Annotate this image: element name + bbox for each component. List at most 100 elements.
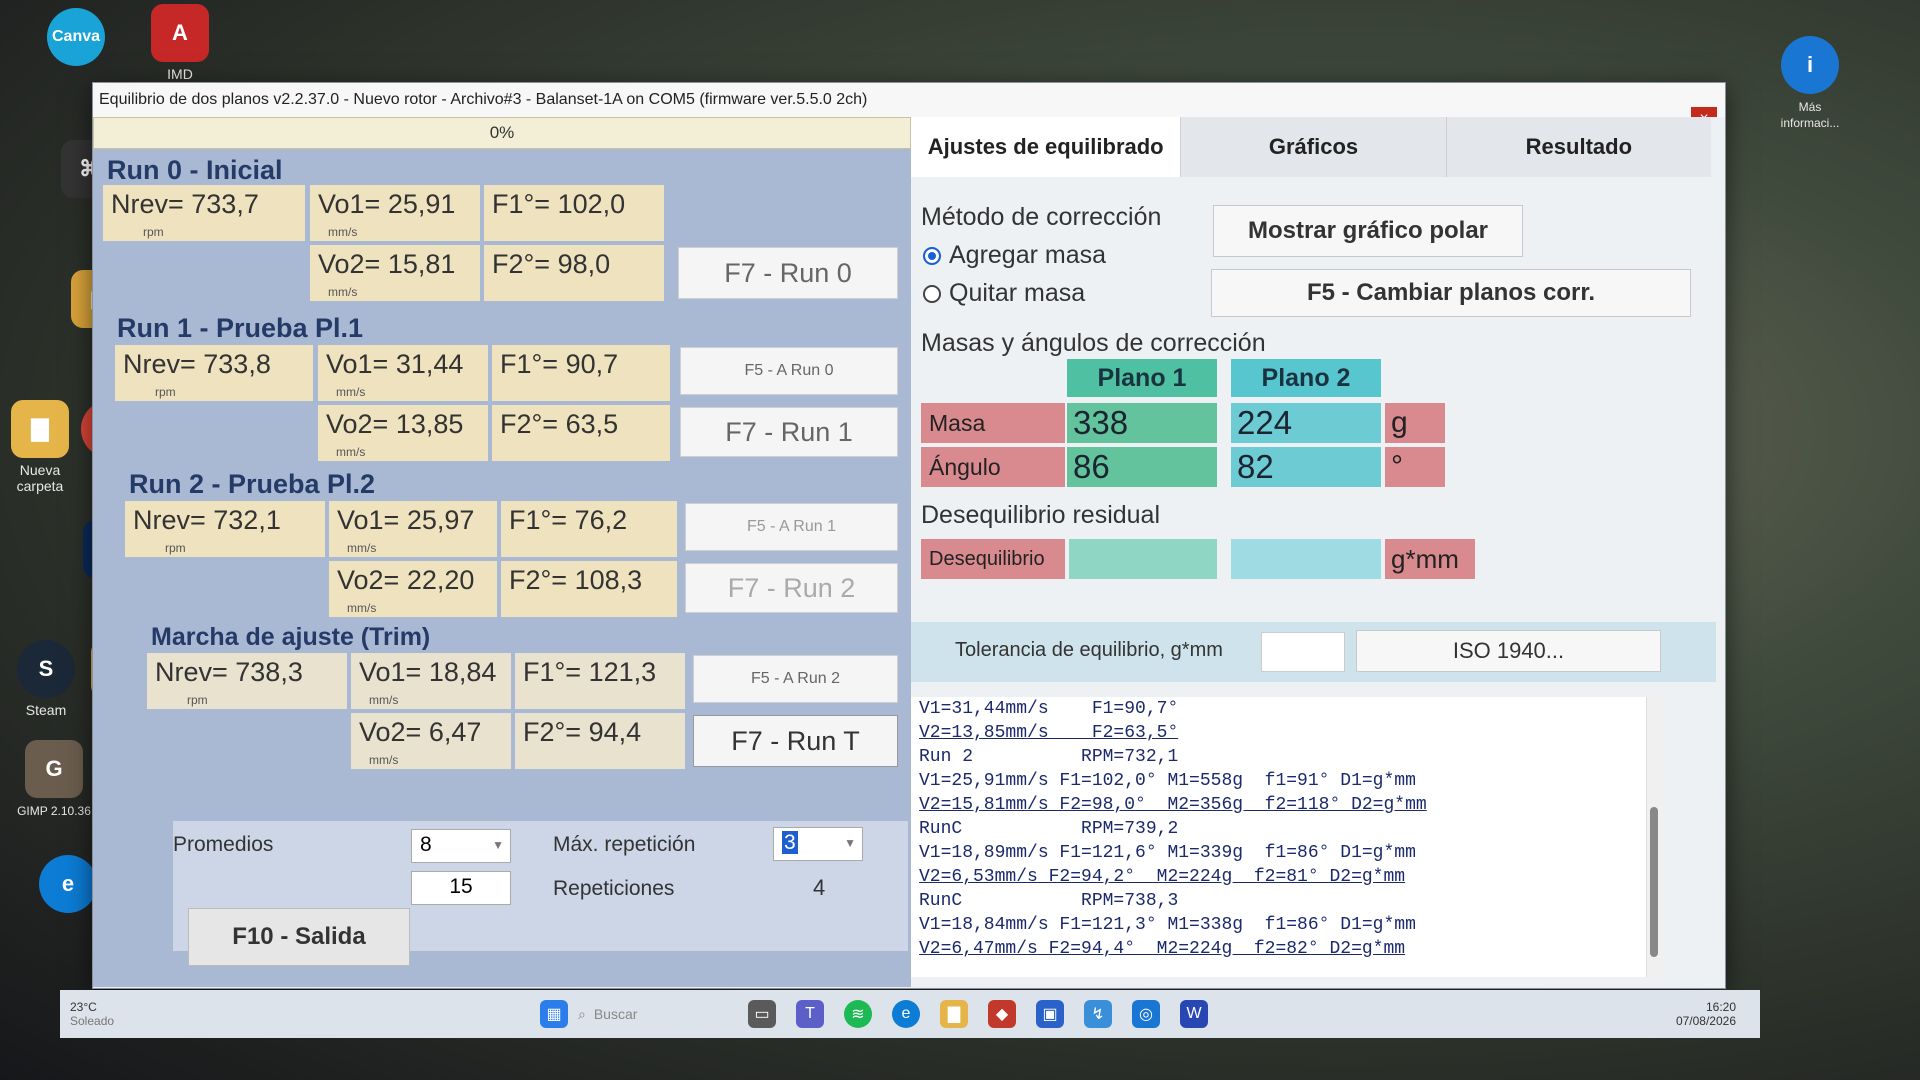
log-scrollbar[interactable] [1646,697,1663,977]
trim-vo1-value: Vo1= 18,84 [359,657,497,687]
max-rep-select[interactable]: 3 ▼ [773,827,863,861]
radio-remove-mass-label: Quitar masa [949,279,1086,307]
run1-f1: F1°= 90,7 [492,345,670,401]
mass-plane2-value: 224 [1231,403,1381,443]
log-line: V1=31,44mm/s F1=90,7° [919,699,1179,719]
canva-icon: Canva [47,8,105,66]
polar-chart-button[interactable]: Mostrar gráfico polar [1213,205,1523,257]
run2-nrev-unit: rpm [165,541,186,555]
trim-f7-button[interactable]: F7 - Run T [693,715,898,767]
clock-time: 16:20 [1705,1000,1736,1014]
desktop-icon-nueva-carpeta[interactable]: ▇ Nueva carpeta [0,400,80,494]
repeticiones-label: Repeticiones [553,877,675,900]
radio-unselected-icon [923,285,941,304]
run1-vo2: Vo2= 13,85 mm/s [318,405,488,461]
radio-add-mass-label: Agregar masa [949,241,1107,269]
max-rep-value: 3 [782,831,798,854]
edge-icon[interactable]: e [892,1000,920,1028]
log-scrollbar-thumb[interactable] [1650,807,1658,957]
desktop-icon-mas-info[interactable]: i Más informaci... [1770,36,1850,130]
iso-1940-button[interactable]: ISO 1940... [1356,630,1661,672]
residual-unit: g*mm [1385,539,1475,579]
taskbar-search[interactable]: ⌕ Buscar [578,998,738,1030]
tab-graficos[interactable]: Gráficos [1180,117,1446,177]
desktop-icon-gimp[interactable]: G GIMP 2.10.36 [14,740,94,818]
run2-f1-value: F1°= 76,2 [509,505,628,535]
trim-f5-button[interactable]: F5 - A Run 2 [693,655,898,703]
run0-f7-button[interactable]: F7 - Run 0 [678,247,898,299]
run2-f2-value: F2°= 108,3 [509,565,643,595]
run0-vo2-unit: mm/s [328,285,358,299]
run2-nrev-value: Nrev= 732,1 [133,505,281,535]
window-title: Equilibrio de dos planos v2.2.37.0 - Nue… [99,91,868,108]
promedios-second-value: 15 [449,875,473,898]
log-line: V1=18,89mm/s F1=121,6° M1=339g f1=86° D1… [919,843,1416,863]
run0-f2: F2°= 98,0 [484,245,664,301]
run1-f7-button[interactable]: F7 - Run 1 [680,407,898,457]
shield-icon[interactable]: ◆ [988,1000,1016,1028]
balancing-window: Equilibrio de dos planos v2.2.37.0 - Nue… [92,82,1726,989]
angle-row-label: Ángulo [921,447,1065,487]
run0-vo2: Vo2= 15,81 mm/s [310,245,480,301]
windows-start-icon[interactable]: ▦ [540,1000,568,1028]
plane1-header: Plano 1 [1067,359,1217,397]
word-icon[interactable]: W [1180,1000,1208,1028]
mass-row-label: Masa [921,403,1065,443]
exit-button[interactable]: F10 - Salida [188,908,410,966]
spotify-icon[interactable]: ≋ [844,1000,872,1028]
store-icon[interactable]: ▣ [1036,1000,1064,1028]
masses-title: Masas y ángulos de corrección [921,329,1266,357]
chevron-down-icon: ▼ [844,836,856,850]
trim-vo2-value: Vo2= 6,47 [359,717,482,747]
trim-f1: F1°= 121,3 [515,653,685,709]
mass-plane1-value: 338 [1067,403,1217,443]
promedios-label: Promedios [173,833,274,856]
teams-icon[interactable]: T [796,1000,824,1028]
run1-f2-value: F2°= 63,5 [500,409,619,439]
log-line: V2=6,47mm/s F2=94,4° M2=224g f2=82° D2=g… [919,939,1406,959]
desktop-icon-steam[interactable]: S Steam [6,640,86,718]
run1-f2: F2°= 63,5 [492,405,670,461]
clock[interactable]: 16:20 07/08/2026 [1676,1000,1736,1028]
run2-vo2-value: Vo2= 22,20 [337,565,475,595]
desktop-icon-imd[interactable]: A IMD [140,4,220,82]
promedios-second-field[interactable]: 15 [411,871,511,905]
run2-f5-button[interactable]: F5 - A Run 1 [685,503,898,551]
run2-f7-button[interactable]: F7 - Run 2 [685,563,898,613]
residual-plane2-value [1231,539,1381,579]
log-line: RunC RPM=738,3 [919,891,1179,911]
log-line: Run 2 RPM=732,1 [919,747,1179,767]
run0-vo2-value: Vo2= 15,81 [318,249,456,279]
angle-plane2-value: 82 [1231,447,1381,487]
plane2-header: Plano 2 [1231,359,1381,397]
run1-f1-value: F1°= 90,7 [500,349,619,379]
change-planes-button[interactable]: F5 - Cambiar planos corr. [1211,269,1691,317]
app-icon[interactable]: ↯ [1084,1000,1112,1028]
weather-widget[interactable]: 23°C Soleado [70,1000,150,1028]
desktop-icon-canva[interactable]: Canva [36,8,116,70]
tolerance-input[interactable] [1261,632,1345,672]
balanset-icon[interactable]: ◎ [1132,1000,1160,1028]
file-explorer-icon[interactable]: ▇ [940,1000,968,1028]
radio-remove-mass[interactable]: Quitar masa [923,279,1085,308]
tab-bar: Ajustes de equilibrado Gráficos Resultad… [911,117,1712,177]
promedios-select[interactable]: 8 ▼ [411,829,511,863]
tab-ajustes[interactable]: Ajustes de equilibrado [911,117,1181,177]
gimp-icon: G [25,740,83,798]
trim-f1-value: F1°= 121,3 [523,657,657,687]
radio-add-mass[interactable]: Agregar masa [923,241,1106,270]
max-rep-label: Máx. repetición [553,833,696,856]
run1-f5-button[interactable]: F5 - A Run 0 [680,347,898,395]
progress-text: 0% [489,123,515,142]
log-line: V2=15,81mm/s F2=98,0° M2=356g f2=118° D2… [919,795,1427,815]
run1-vo1-value: Vo1= 31,44 [326,349,464,379]
promedios-value: 8 [420,833,432,856]
run1-title: Run 1 - Prueba Pl.1 [117,313,364,343]
run0-title: Run 0 - Inicial [107,155,283,185]
tab-resultado[interactable]: Resultado [1445,117,1712,177]
autocad-icon: A [151,4,209,62]
task-view-icon[interactable]: ▭ [748,1000,776,1028]
trim-vo2-unit: mm/s [369,753,399,767]
run1-nrev-unit: rpm [155,385,176,399]
run1-nrev: Nrev= 733,8 rpm [115,345,313,401]
